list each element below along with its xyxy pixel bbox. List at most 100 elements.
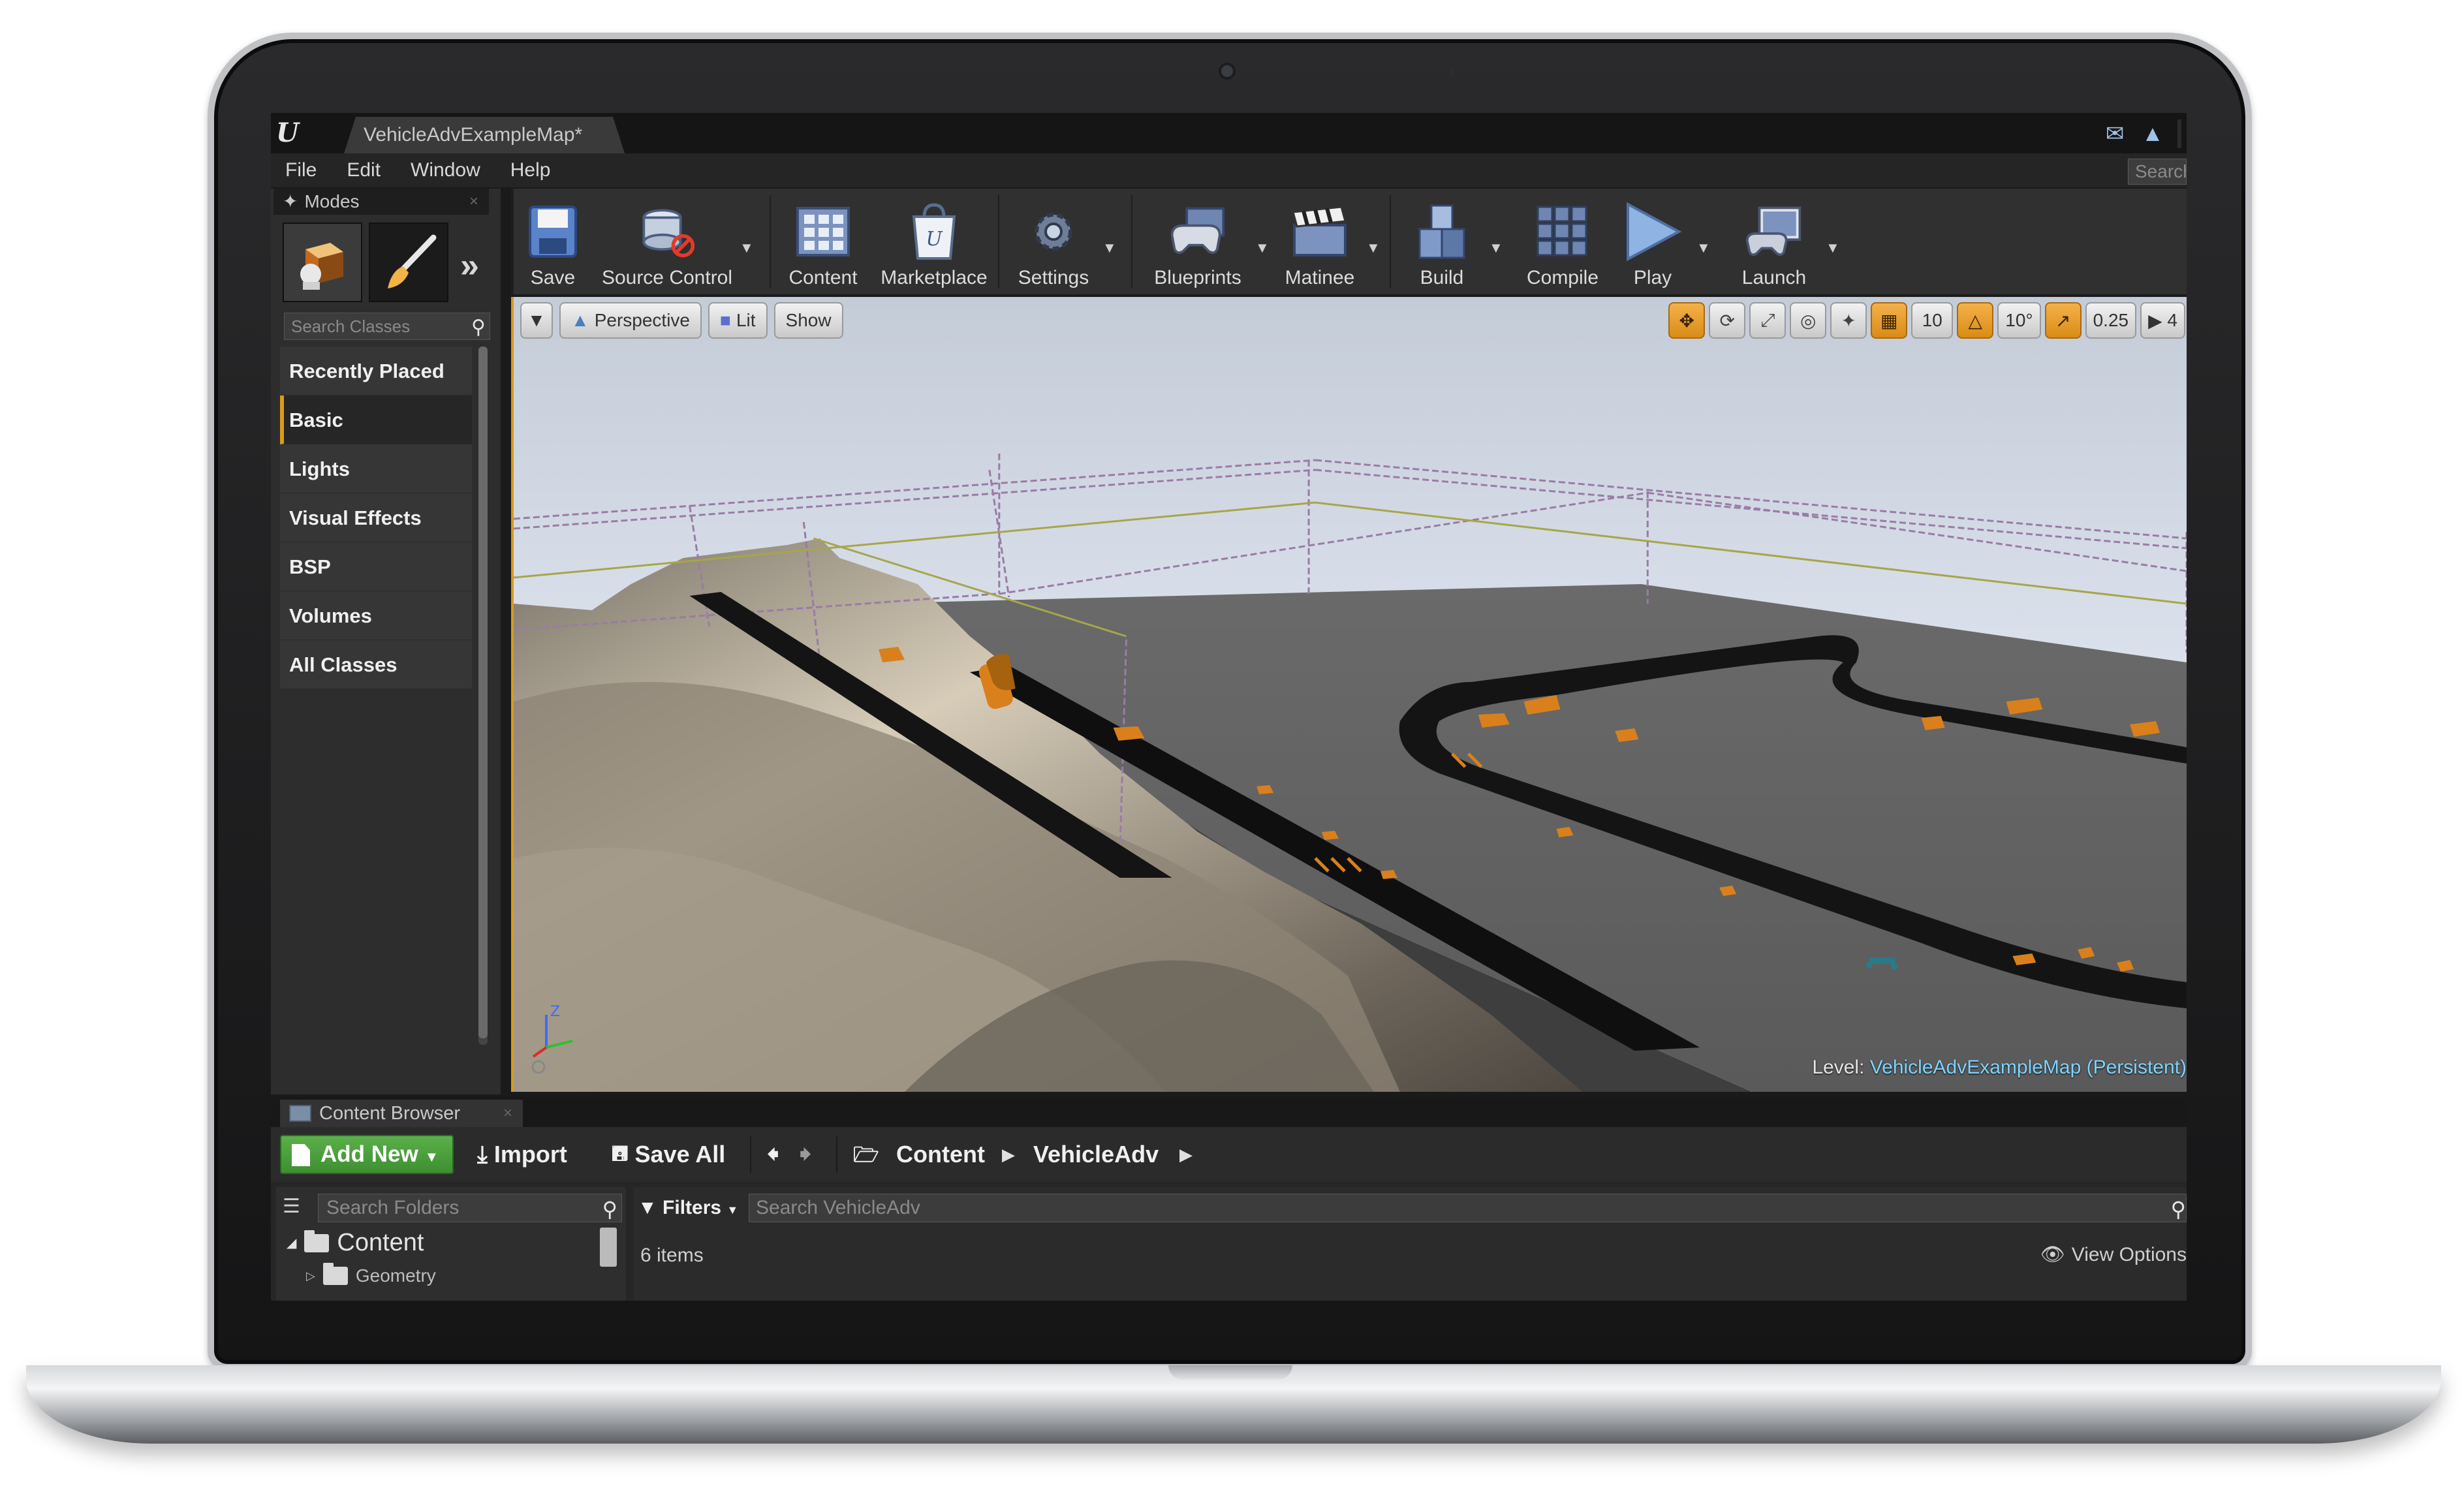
import-button[interactable]: ⤓ Import xyxy=(477,1135,567,1174)
category-basic[interactable]: Basic xyxy=(280,395,472,444)
settings-button[interactable]: Settings xyxy=(1005,195,1102,293)
sources-toggle-icon[interactable]: ☰ xyxy=(283,1195,307,1217)
import-label: Import xyxy=(493,1141,567,1168)
content-browser-icon xyxy=(796,207,850,256)
launch-dropdown-icon[interactable]: ▼ xyxy=(1826,240,1840,256)
view-options-button[interactable]: 👁 View Options xyxy=(2040,1243,2187,1266)
matinee-clapper-icon xyxy=(1292,206,1347,256)
collapse-arrow-icon[interactable]: ▷ xyxy=(306,1269,315,1283)
scale-mode-icon[interactable]: ⤢ xyxy=(1749,302,1786,339)
build-dropdown-icon[interactable]: ▼ xyxy=(1489,240,1503,256)
show-button[interactable]: Show xyxy=(773,302,843,339)
settings-label: Settings xyxy=(1018,267,1089,288)
unreal-logo-icon: U xyxy=(276,117,299,148)
modes-tab[interactable]: ✦ Modes × xyxy=(273,189,489,215)
source-control-dropdown-icon[interactable]: ▼ xyxy=(740,240,754,256)
marketplace-button[interactable]: U Marketplace xyxy=(875,195,993,293)
rotate-mode-icon[interactable]: ⟳ xyxy=(1709,302,1746,339)
camera-speed-button[interactable]: ▶ 4 xyxy=(2140,302,2185,339)
viewport-toolbar-right: ✥ ⟳ ⤢ ◎ ✦ ▦ 10 △ 10° ↗ 0.25 ▶ 4 xyxy=(1668,302,2185,339)
scale-snap-icon[interactable]: ↗ xyxy=(2044,302,2082,339)
search-classes-input[interactable]: Search Classes ⚲ xyxy=(284,313,490,340)
filters-button[interactable]: ▼ Filters ▼ xyxy=(638,1194,738,1222)
category-recently-placed[interactable]: Recently Placed xyxy=(280,347,472,395)
grid-snap-icon[interactable]: ▦ xyxy=(1871,302,1908,339)
sources-panel: ☰ Search Folders ⚲ ◢ Content ▷ Geometry xyxy=(276,1187,626,1301)
breadcrumb-vehicleadv[interactable]: VehicleAdv xyxy=(1033,1135,1159,1174)
matinee-dropdown-icon[interactable]: ▼ xyxy=(1366,240,1380,256)
history-forward-button[interactable]: 🠺 xyxy=(800,1135,811,1174)
paint-mode-button[interactable] xyxy=(369,223,448,302)
camera-speed-value: 4 xyxy=(2167,310,2177,330)
category-volumes[interactable]: Volumes xyxy=(280,591,472,640)
content-browser-icon xyxy=(289,1105,311,1122)
perspective-button[interactable]: ▲ Perspective xyxy=(559,302,702,339)
play-button[interactable]: Play xyxy=(1617,195,1689,293)
breadcrumb-arrow-icon[interactable]: ▶ xyxy=(1179,1135,1193,1174)
compile-button[interactable]: Compile xyxy=(1516,195,1609,293)
grid-snap-value[interactable]: 10 xyxy=(1911,302,1954,339)
blueprints-button[interactable]: Blueprints xyxy=(1140,195,1255,293)
rotation-snap-value[interactable]: 10° xyxy=(1997,302,2041,339)
lit-button[interactable]: ■ Lit xyxy=(708,302,768,339)
content-browser-tab[interactable]: Content Browser × xyxy=(280,1100,523,1127)
filter-funnel-icon: ▼ xyxy=(638,1197,657,1218)
close-icon[interactable]: × xyxy=(503,1100,512,1127)
world-local-icon[interactable]: ◎ xyxy=(1790,302,1827,339)
folder-open-icon[interactable]: 🗁 xyxy=(853,1135,879,1174)
launch-icon xyxy=(1745,206,1801,256)
search-assets-input[interactable]: Search VehicleAdv ⚲ xyxy=(749,1194,2187,1222)
place-mode-button[interactable] xyxy=(283,223,362,302)
surface-snap-icon[interactable]: ✦ xyxy=(1830,302,1867,339)
camera-speed-icon: ▶ xyxy=(2148,310,2168,331)
compile-icon xyxy=(1536,206,1587,256)
laptop-notch xyxy=(1168,1365,1292,1380)
more-modes-icon[interactable]: » xyxy=(460,246,479,285)
category-visual-effects[interactable]: Visual Effects xyxy=(280,493,472,542)
source-control-icon xyxy=(642,209,695,258)
scale-snap-value[interactable]: 0.25 xyxy=(2085,302,2137,339)
search-folders-input[interactable]: Search Folders ⚲ xyxy=(318,1194,622,1222)
save-button[interactable]: Save xyxy=(520,195,585,293)
menu-file[interactable]: File xyxy=(285,159,317,181)
add-new-button[interactable]: Add New ▼ xyxy=(280,1135,454,1174)
place-mode-icon xyxy=(300,243,343,290)
level-viewport[interactable]: ▼ ▲ Perspective ■ Lit Show ✥ ⟳ ⤢ ◎ ✦ ▦ 1… xyxy=(511,297,2187,1092)
expand-arrow-icon[interactable]: ◢ xyxy=(287,1235,296,1251)
content-label: Content xyxy=(788,267,858,288)
filters-label: Filters xyxy=(663,1197,722,1218)
add-new-label: Add New xyxy=(320,1141,418,1167)
content-browser-tab-label: Content Browser xyxy=(319,1103,460,1124)
breadcrumb-arrow-icon[interactable]: ▶ xyxy=(1002,1135,1015,1174)
folder-tree-geometry[interactable]: ▷ Geometry xyxy=(306,1263,436,1286)
search-icon: ⚲ xyxy=(471,317,486,338)
modes-scrollbar[interactable] xyxy=(478,347,488,1038)
content-button[interactable]: Content xyxy=(777,195,869,293)
play-dropdown-icon[interactable]: ▼ xyxy=(1696,240,1711,256)
build-button[interactable]: Build xyxy=(1396,195,1488,293)
history-back-button[interactable]: 🠸 xyxy=(767,1135,779,1174)
save-all-button[interactable]: 🖪 Save All xyxy=(612,1135,725,1174)
category-bsp[interactable]: BSP xyxy=(280,542,472,591)
menu-edit[interactable]: Edit xyxy=(347,159,381,181)
menu-window[interactable]: Window xyxy=(411,159,480,181)
chat-icon[interactable]: ✉ xyxy=(2102,121,2128,147)
sources-scrollbar[interactable] xyxy=(600,1228,617,1267)
translate-mode-icon[interactable]: ✥ xyxy=(1668,302,1706,339)
category-lights[interactable]: Lights xyxy=(280,444,472,493)
help-search-input[interactable]: Search xyxy=(2128,159,2187,185)
breadcrumb-content[interactable]: Content xyxy=(896,1135,985,1174)
settings-dropdown-icon[interactable]: ▼ xyxy=(1102,240,1117,256)
folder-tree-content[interactable]: ◢ Content xyxy=(287,1229,424,1257)
learn-icon[interactable]: ▲ xyxy=(2140,121,2166,147)
rotation-snap-icon[interactable]: △ xyxy=(1957,302,1994,339)
document-tab[interactable]: VehicleAdvExampleMap* xyxy=(344,117,625,153)
menu-help[interactable]: Help xyxy=(510,159,551,181)
category-all-classes[interactable]: All Classes xyxy=(280,640,472,689)
close-icon[interactable]: × xyxy=(469,189,478,215)
launch-button[interactable]: Launch xyxy=(1725,195,1823,293)
matinee-button[interactable]: Matinee xyxy=(1271,195,1369,293)
viewport-options-button[interactable]: ▼ xyxy=(520,302,553,339)
source-control-button[interactable]: Source Control xyxy=(599,195,736,293)
blueprints-dropdown-icon[interactable]: ▼ xyxy=(1255,240,1270,256)
